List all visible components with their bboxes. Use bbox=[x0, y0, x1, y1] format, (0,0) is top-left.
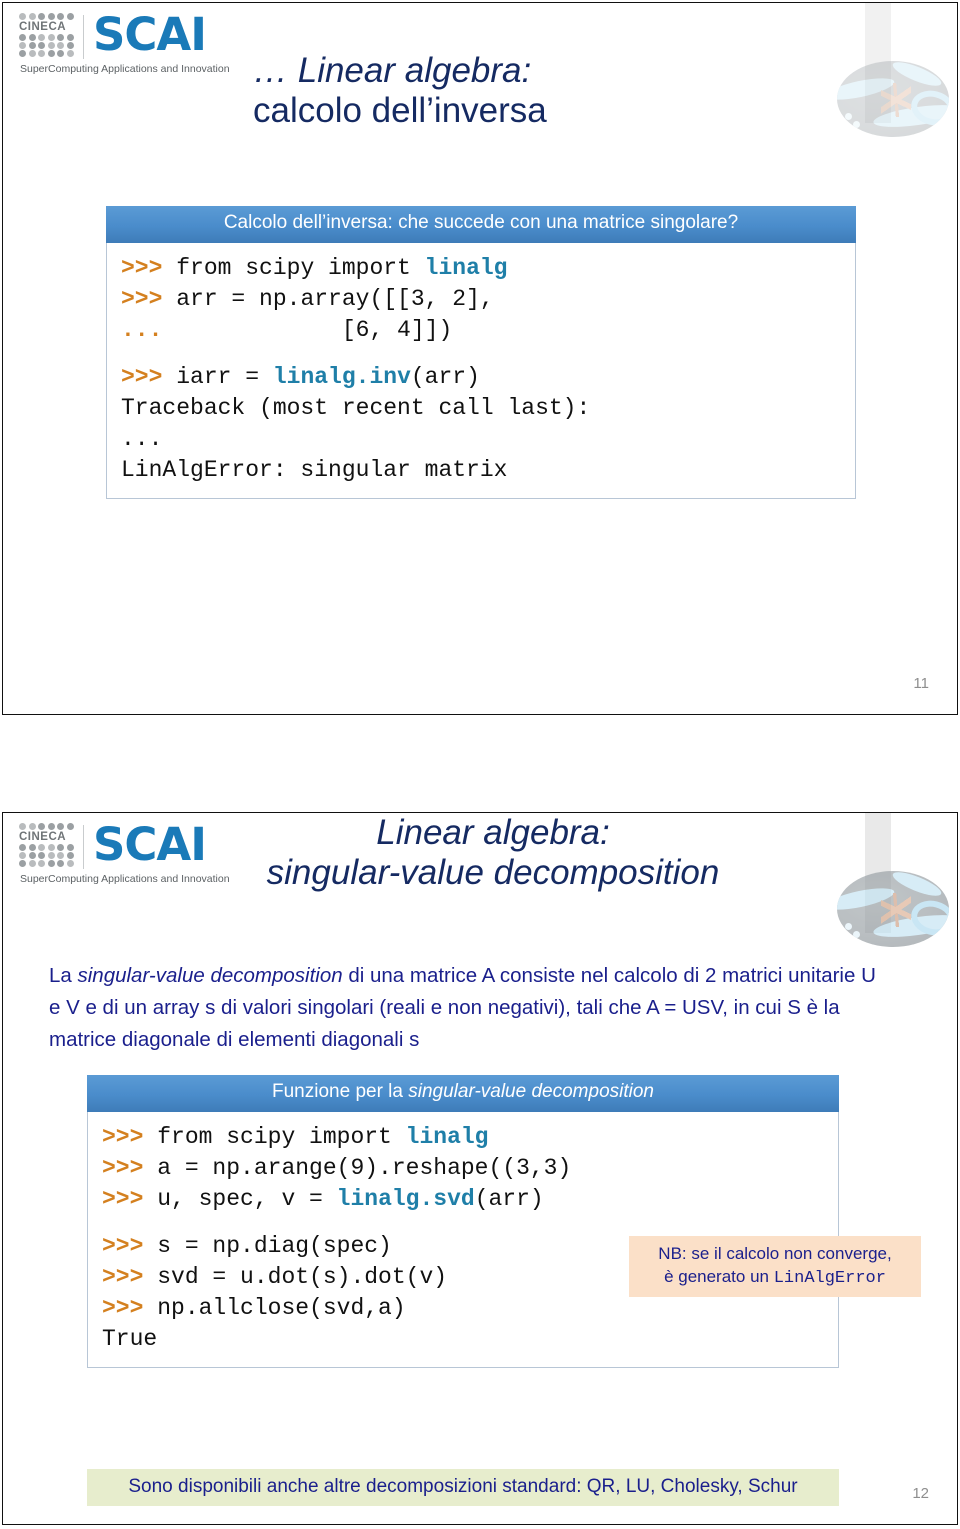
code-text: (arr) bbox=[474, 1185, 544, 1212]
linalgerror-note-callout: NB: se il calcolo non converge, è genera… bbox=[629, 1236, 921, 1297]
code-line: >>> iarr = linalg.inv(arr) bbox=[121, 362, 841, 393]
code-prompt: >>> bbox=[102, 1263, 158, 1290]
code-module: linalg.inv bbox=[272, 363, 411, 390]
code-line: >>> u, spec, v = linalg.svd(arr) bbox=[102, 1184, 824, 1215]
code-line: >>> a = np.arange(9).reshape((3,3) bbox=[102, 1153, 824, 1184]
presentation-page: CINECA SCAI SuperComputing Applications … bbox=[0, 0, 960, 1529]
card-header-emphasis: singular-value decomposition bbox=[408, 1081, 654, 1102]
cineca-wordmark: CINECA bbox=[19, 21, 67, 33]
slide-1: CINECA SCAI SuperComputing Applications … bbox=[2, 2, 958, 715]
cineca-scai-logo: CINECA SCAI SuperComputing Applications … bbox=[19, 8, 234, 75]
slide-2-title-line-1: Linear algebra: bbox=[376, 813, 610, 852]
slide-2: CINECA SCAI SuperComputing Applications … bbox=[2, 812, 958, 1525]
code-line: >>> np.allclose(svd,a) bbox=[102, 1293, 824, 1324]
code-text: LinAlgError: singular matrix bbox=[121, 456, 508, 483]
code-text: True bbox=[102, 1325, 158, 1352]
slide-1-code-card: Calcolo dell’inversa: che succede con un… bbox=[106, 206, 856, 499]
cineca-abacus-icon: CINECA bbox=[19, 823, 77, 879]
slide-1-page-number: 11 bbox=[913, 675, 929, 692]
code-module: linalg bbox=[405, 1123, 489, 1150]
code-prompt: >>> bbox=[102, 1232, 158, 1259]
code-line: Traceback (most recent call last): bbox=[121, 393, 841, 424]
slide-2-footer-band: Sono disponibili anche altre decomposizi… bbox=[87, 1469, 839, 1506]
decorative-molecule-image bbox=[837, 871, 949, 947]
paragraph-emphasis: singular-value decomposition bbox=[77, 964, 343, 987]
logo-divider bbox=[83, 15, 84, 59]
slide-1-title: … Linear algebra: calcolo dell’inversa bbox=[253, 51, 853, 130]
code-line: ... bbox=[121, 424, 841, 455]
code-prompt: >>> bbox=[102, 1123, 158, 1150]
slide-2-code-card: Funzione per la singular-value decomposi… bbox=[87, 1075, 839, 1368]
slide-2-title-line-2: singular-value decomposition bbox=[266, 852, 720, 892]
paragraph-text: La bbox=[49, 964, 78, 987]
cineca-wordmark: CINECA bbox=[19, 831, 67, 843]
code-prompt: >>> bbox=[102, 1294, 158, 1321]
code-text: ... bbox=[121, 425, 163, 452]
code-prompt: >>> bbox=[121, 254, 177, 281]
code-line: >>> from scipy import linalg bbox=[102, 1122, 824, 1153]
callout-line-2-text: è generato un bbox=[664, 1267, 774, 1286]
cineca-abacus-icon: CINECA bbox=[19, 13, 77, 69]
slide-2-card-header: Funzione per la singular-value decomposi… bbox=[87, 1075, 839, 1112]
code-text: np.allclose(svd,a) bbox=[157, 1294, 406, 1321]
code-module: linalg.svd bbox=[336, 1185, 475, 1212]
code-prompt: >>> bbox=[121, 285, 177, 312]
decorative-molecule-image bbox=[837, 61, 949, 137]
code-prompt: >>> bbox=[102, 1154, 158, 1181]
callout-line-2: è generato un LinAlgError bbox=[639, 1265, 911, 1290]
code-line: >>> arr = np.array([[3, 2], bbox=[121, 284, 841, 315]
card-header-text: Funzione per la bbox=[272, 1081, 409, 1102]
code-text: from scipy import bbox=[157, 1123, 406, 1150]
slide-2-page-number: 12 bbox=[912, 1485, 929, 1502]
code-line: ... [6, 4]]) bbox=[121, 315, 841, 346]
code-line: LinAlgError: singular matrix bbox=[121, 455, 841, 486]
code-text: u, spec, v = bbox=[157, 1185, 337, 1212]
scai-wordmark: SCAI bbox=[93, 8, 207, 61]
code-text: from scipy import bbox=[176, 254, 425, 281]
code-line: True bbox=[102, 1324, 824, 1355]
callout-line-1: NB: se il calcolo non converge, bbox=[658, 1244, 892, 1263]
code-text: (arr) bbox=[410, 363, 480, 390]
slide-2-title: Linear algebra: singular-value decomposi… bbox=[143, 813, 843, 892]
code-text: svd = u.dot(s).dot(v) bbox=[157, 1263, 448, 1290]
code-prompt: ... bbox=[121, 316, 177, 343]
slide-2-description-paragraph: La singular-value decomposition di una m… bbox=[49, 960, 889, 1056]
slide-1-title-line-2: calcolo dell’inversa bbox=[253, 90, 547, 130]
code-prompt: >>> bbox=[102, 1185, 158, 1212]
logo-tagline: SuperComputing Applications and Innovati… bbox=[20, 63, 230, 75]
code-text: Traceback (most recent call last): bbox=[121, 394, 591, 421]
slide-1-card-header: Calcolo dell’inversa: che succede con un… bbox=[106, 206, 856, 243]
code-prompt: >>> bbox=[121, 363, 177, 390]
code-text: [6, 4]]) bbox=[176, 316, 453, 343]
callout-error-name: LinAlgError bbox=[773, 1269, 886, 1288]
slide-1-code-block: >>> from scipy import linalg >>> arr = np… bbox=[106, 242, 856, 499]
logo-divider bbox=[83, 825, 84, 869]
code-text: arr = np.array([[3, 2], bbox=[176, 285, 494, 312]
code-line: >>> from scipy import linalg bbox=[121, 253, 841, 284]
code-text: iarr = bbox=[176, 363, 273, 390]
slide-1-title-line-1: … Linear algebra: bbox=[253, 51, 532, 90]
code-module: linalg bbox=[424, 254, 508, 281]
code-text: s = np.diag(spec) bbox=[157, 1232, 392, 1259]
code-text: a = np.arange(9).reshape((3,3) bbox=[157, 1154, 572, 1181]
